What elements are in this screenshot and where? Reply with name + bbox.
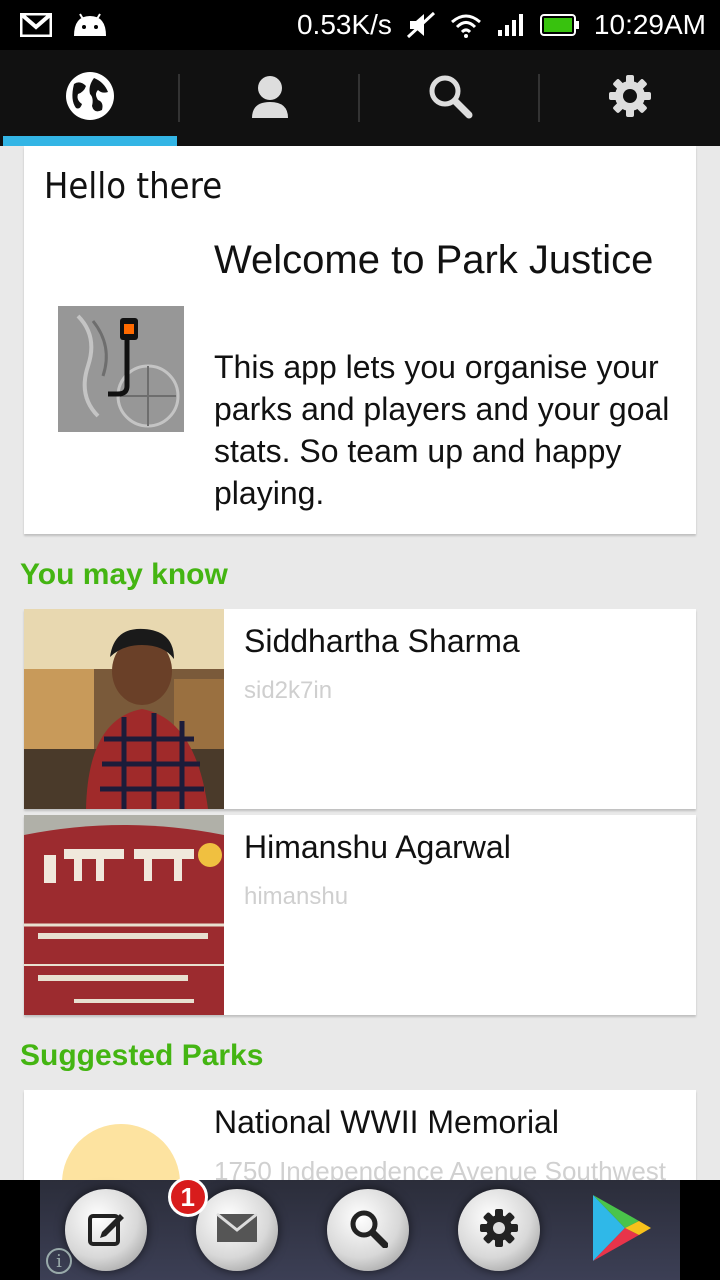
person-icon — [250, 74, 290, 123]
mute-icon — [406, 11, 436, 39]
person-name: Siddhartha Sharma — [244, 623, 520, 659]
search-icon — [348, 1208, 389, 1253]
settings-button[interactable] — [458, 1189, 541, 1271]
app-logo — [58, 306, 184, 432]
gmail-icon — [20, 13, 52, 37]
gear-icon — [608, 74, 652, 123]
status-bar: 0.53K/s 10:29AM — [0, 0, 720, 50]
ad-banner[interactable]: 1 i — [0, 1177, 720, 1280]
gear-icon — [479, 1208, 519, 1253]
play-store-button[interactable] — [589, 1193, 655, 1268]
tab-search[interactable] — [360, 50, 540, 146]
signal-icon — [496, 12, 526, 38]
tab-settings[interactable] — [540, 50, 720, 146]
globe-icon — [64, 70, 116, 127]
person-handle: himanshu — [244, 883, 349, 910]
tab-profile[interactable] — [180, 50, 360, 146]
person-photo — [24, 815, 224, 1015]
wifi-icon — [450, 12, 482, 38]
mail-button[interactable]: 1 — [167, 1177, 278, 1271]
tab-bar — [0, 50, 720, 146]
person-card[interactable]: Himanshu Agarwal himanshu — [24, 815, 696, 1015]
notification-badge: 1 — [167, 1177, 208, 1217]
ad-content[interactable]: 1 — [40, 1177, 680, 1280]
tab-explore[interactable] — [0, 50, 180, 146]
section-suggested-parks: Suggested Parks — [20, 1039, 264, 1072]
info-icon[interactable]: i — [46, 1248, 72, 1274]
main-content[interactable]: Hello there Welcome to Park Justice This… — [0, 146, 720, 1180]
edit-button[interactable] — [64, 1189, 147, 1271]
park-image — [62, 1124, 180, 1180]
park-name: National WWII Memorial — [214, 1104, 559, 1140]
greeting: Hello there — [44, 166, 223, 207]
person-card[interactable]: Siddhartha Sharma sid2k7in — [24, 609, 696, 809]
park-address: 1750 Independence Avenue Southwest — [214, 1156, 667, 1180]
section-you-may-know: You may know — [20, 558, 228, 591]
welcome-description: This app lets you organise your parks an… — [214, 349, 670, 511]
person-handle: sid2k7in — [244, 677, 333, 704]
mail-icon — [215, 1212, 259, 1249]
clock: 10:29AM — [593, 9, 706, 40]
welcome-card: Hello there Welcome to Park Justice This… — [24, 146, 696, 534]
play-store-icon — [589, 1194, 655, 1267]
battery-icon — [539, 12, 580, 38]
welcome-title: Welcome to Park Justice — [214, 238, 654, 282]
park-card[interactable]: National WWII Memorial 1750 Independence… — [24, 1090, 696, 1180]
search-icon — [427, 73, 473, 124]
search-button[interactable] — [326, 1189, 409, 1271]
person-photo — [24, 609, 224, 809]
person-name: Himanshu Agarwal — [244, 829, 511, 865]
android-icon — [72, 12, 108, 38]
edit-icon — [86, 1208, 126, 1253]
network-speed: 0.53K/s — [296, 9, 392, 40]
